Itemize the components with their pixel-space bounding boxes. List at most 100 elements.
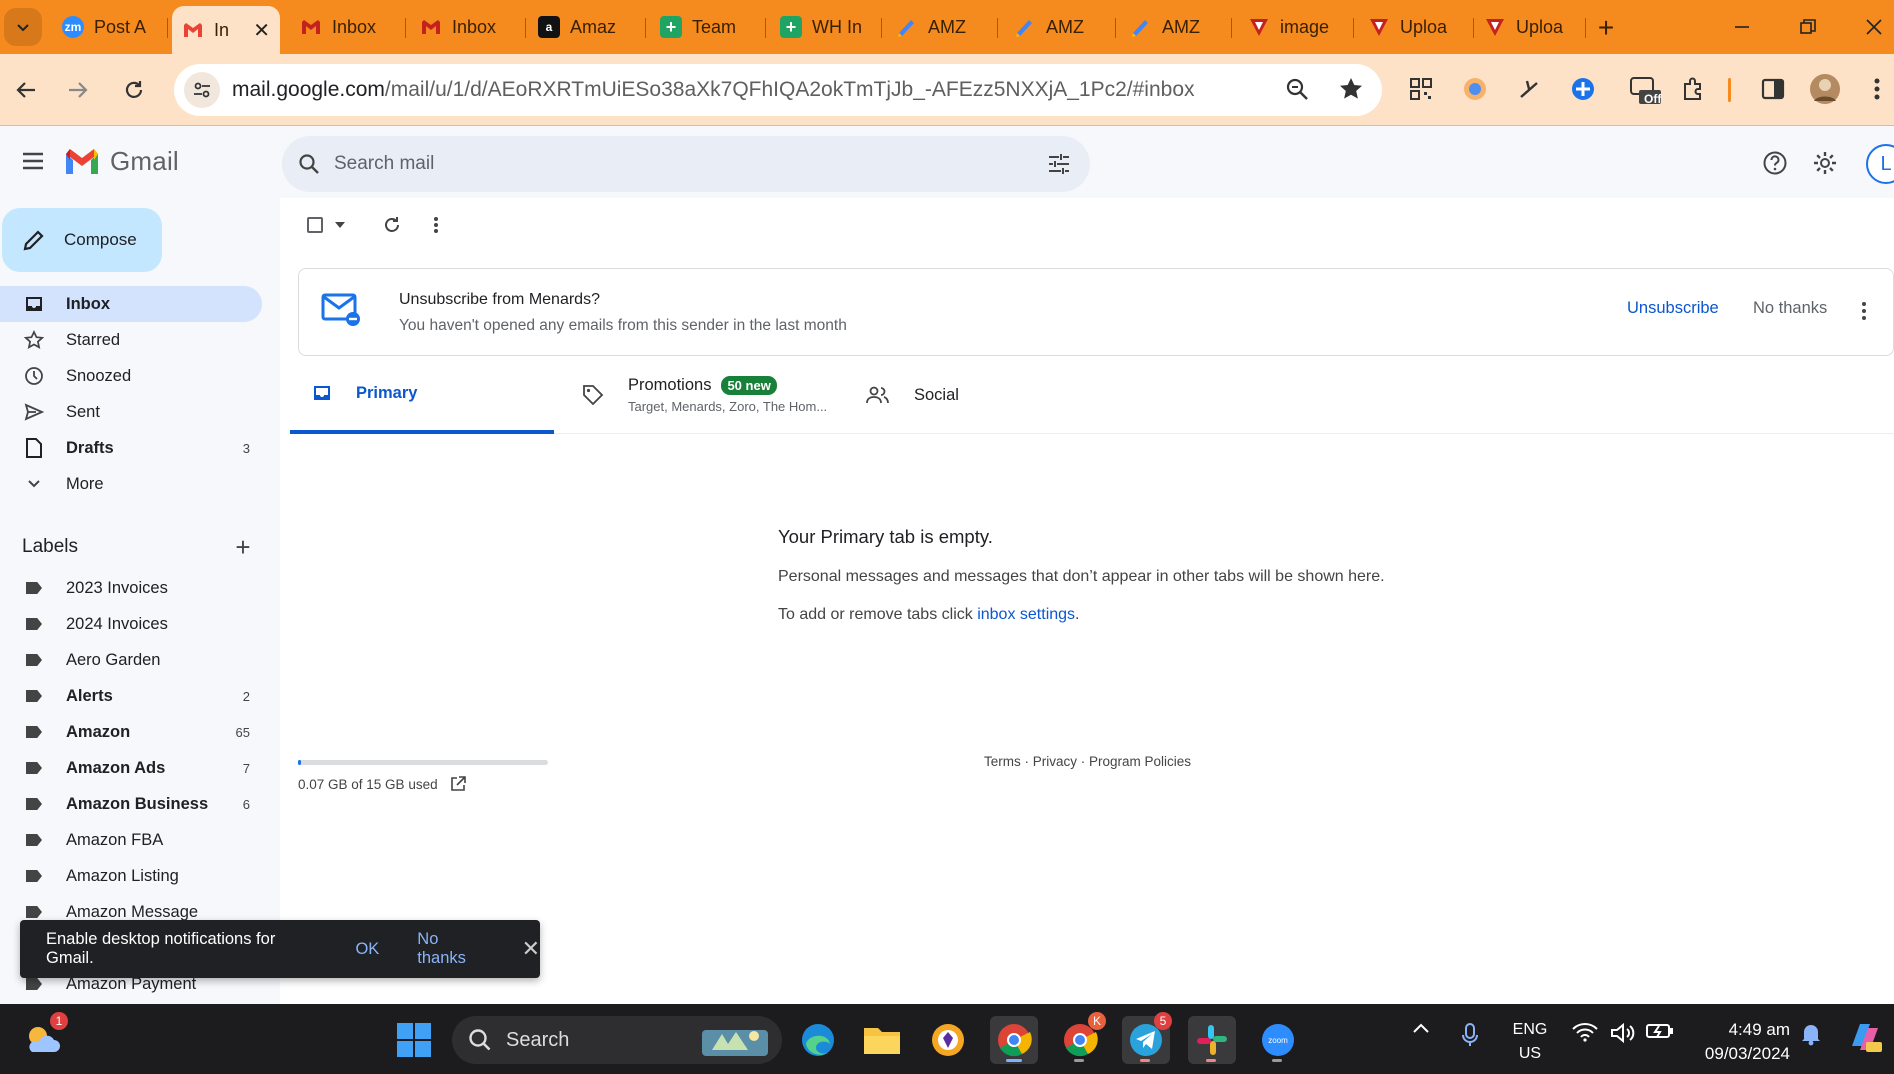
empty-state-hint: To add or remove tabs click inbox settin… (778, 606, 1385, 624)
site-info-icon[interactable] (184, 72, 220, 108)
extensions-puzzle-icon[interactable] (1676, 72, 1710, 106)
side-panel-icon[interactable] (1756, 72, 1790, 106)
reload-button[interactable] (116, 72, 152, 108)
browser-tab[interactable]: a Amaz (528, 8, 646, 46)
browser-tab[interactable]: AMZ (1120, 8, 1232, 46)
tab-primary[interactable]: Primary (290, 356, 554, 434)
browser-tab[interactable]: image (1238, 8, 1354, 46)
camera-off-extension-icon[interactable]: Off (1624, 72, 1664, 106)
notification-bell-icon[interactable] (1800, 1022, 1822, 1046)
browser-tab[interactable]: Uploa (1358, 8, 1474, 46)
sidebar-item-starred[interactable]: Starred (0, 322, 262, 358)
tab-search-button[interactable] (4, 8, 42, 46)
telegram-icon[interactable]: 5 (1122, 1012, 1172, 1064)
label-item[interactable]: 2023 Invoices (0, 570, 262, 606)
wifi-icon[interactable] (1572, 1022, 1598, 1042)
browser-tab[interactable]: Inbox (290, 8, 406, 46)
microphone-icon[interactable] (1462, 1022, 1478, 1048)
slack-icon[interactable] (1188, 1016, 1236, 1064)
search-options-icon[interactable] (1046, 151, 1072, 177)
volume-icon[interactable] (1610, 1022, 1636, 1044)
inbox-settings-link[interactable]: inbox settings (977, 606, 1075, 623)
browser-tab[interactable]: Inbox (410, 8, 526, 46)
zoom-app-icon[interactable]: zoom (1254, 1016, 1302, 1064)
sidebar-item-snoozed[interactable]: Snoozed (0, 358, 262, 394)
label-item[interactable]: Alerts 2 (0, 678, 262, 714)
browser-tab[interactable]: Uploa (1474, 8, 1586, 46)
help-icon[interactable] (1760, 148, 1790, 178)
address-bar[interactable]: mail.google.com/mail/u/1/d/AEoRXRTmUiESo… (174, 64, 1382, 116)
more-vert-icon[interactable] (1861, 301, 1867, 321)
label-item[interactable]: Amazon 65 (0, 714, 262, 750)
close-window-button[interactable] (1854, 10, 1894, 44)
close-tab-icon[interactable]: ✕ (253, 18, 270, 43)
browser-menu-icon[interactable] (1860, 72, 1894, 106)
sidebar-item-sent[interactable]: Sent (0, 394, 262, 430)
search-icon[interactable] (298, 153, 320, 175)
compose-button[interactable]: Compose (2, 208, 162, 272)
brave-browser-icon[interactable] (924, 1016, 972, 1064)
browser-tab[interactable]: AMZ (886, 8, 998, 46)
search-bar[interactable] (282, 136, 1090, 192)
restore-button[interactable] (1788, 10, 1828, 44)
chrome-profile-icon[interactable]: K (1056, 1012, 1106, 1064)
refresh-icon[interactable] (378, 216, 406, 234)
no-thanks-button[interactable]: No thanks (1753, 299, 1827, 318)
sidebar-item-more[interactable]: More (0, 466, 262, 502)
more-vert-icon[interactable] (422, 216, 450, 234)
color-picker-extension-icon[interactable] (1458, 72, 1492, 106)
open-external-icon[interactable] (450, 776, 466, 792)
search-input[interactable] (334, 153, 1014, 175)
privacy-link[interactable]: Privacy (1033, 754, 1077, 769)
bookmark-star-icon[interactable] (1338, 76, 1364, 102)
system-clock[interactable]: 4:49 am 09/03/2024 (1690, 1018, 1790, 1066)
input-language[interactable]: ENG US (1508, 1018, 1552, 1066)
taskbar-search[interactable]: Search (452, 1016, 782, 1064)
weather-widget-icon[interactable]: 1 (18, 1012, 68, 1064)
label-item[interactable]: Amazon Ads 7 (0, 750, 262, 786)
new-tab-button[interactable]: + (1590, 12, 1622, 44)
gmail-logo[interactable]: Gmail (64, 146, 179, 177)
cursor-extension-icon[interactable] (1512, 72, 1546, 106)
label-item[interactable]: Amazon FBA (0, 822, 262, 858)
forward-button[interactable] (60, 72, 96, 108)
browser-tab[interactable]: AMZ (1004, 8, 1116, 46)
terms-link[interactable]: Terms (984, 754, 1021, 769)
sidebar-item-drafts[interactable]: Drafts 3 (0, 430, 262, 466)
browser-tab[interactable]: + WH In (770, 8, 882, 46)
sidebar-item-inbox[interactable]: Inbox (0, 286, 262, 322)
snackbar-no-thanks-button[interactable]: No thanks (417, 930, 491, 968)
account-avatar[interactable]: L (1866, 144, 1894, 184)
battery-icon[interactable] (1646, 1022, 1674, 1040)
unsubscribe-button[interactable]: Unsubscribe (1627, 299, 1719, 318)
main-menu-icon[interactable] (20, 148, 48, 176)
settings-gear-icon[interactable] (1810, 148, 1840, 178)
zoom-icon[interactable] (1284, 76, 1310, 102)
browser-tab[interactable]: + Team (650, 8, 766, 46)
label-item[interactable]: Amazon Business 6 (0, 786, 262, 822)
copilot-icon[interactable] (1846, 1018, 1884, 1056)
browser-tab-active[interactable]: In ✕ (172, 6, 280, 54)
edge-browser-icon[interactable] (794, 1016, 842, 1064)
label-item[interactable]: Aero Garden (0, 642, 262, 678)
label-item[interactable]: 2024 Invoices (0, 606, 262, 642)
select-menu-chevron-icon[interactable] (330, 222, 350, 228)
file-explorer-icon[interactable] (858, 1016, 906, 1064)
windows-start-icon[interactable] (390, 1016, 438, 1064)
tab-social[interactable]: Social (866, 356, 1116, 434)
back-button[interactable] (8, 72, 44, 108)
profile-avatar[interactable] (1808, 72, 1842, 106)
show-hidden-icons-icon[interactable] (1412, 1022, 1430, 1034)
close-icon[interactable]: ✕ (522, 936, 540, 962)
browser-tab[interactable]: zm Post A (52, 8, 168, 46)
create-label-button[interactable]: + (230, 532, 256, 562)
label-item[interactable]: Amazon Listing (0, 858, 262, 894)
extension-badge-icon[interactable] (1566, 72, 1600, 106)
program-policies-link[interactable]: Program Policies (1089, 754, 1191, 769)
chrome-browser-icon[interactable] (990, 1016, 1038, 1064)
tab-promotions[interactable]: Promotions 50 new Target, Menards, Zoro, … (582, 356, 852, 434)
select-all-checkbox[interactable] (300, 217, 330, 233)
snackbar-ok-button[interactable]: OK (355, 940, 379, 959)
minimize-button[interactable] (1722, 10, 1762, 44)
qr-code-extension-icon[interactable] (1404, 72, 1438, 106)
